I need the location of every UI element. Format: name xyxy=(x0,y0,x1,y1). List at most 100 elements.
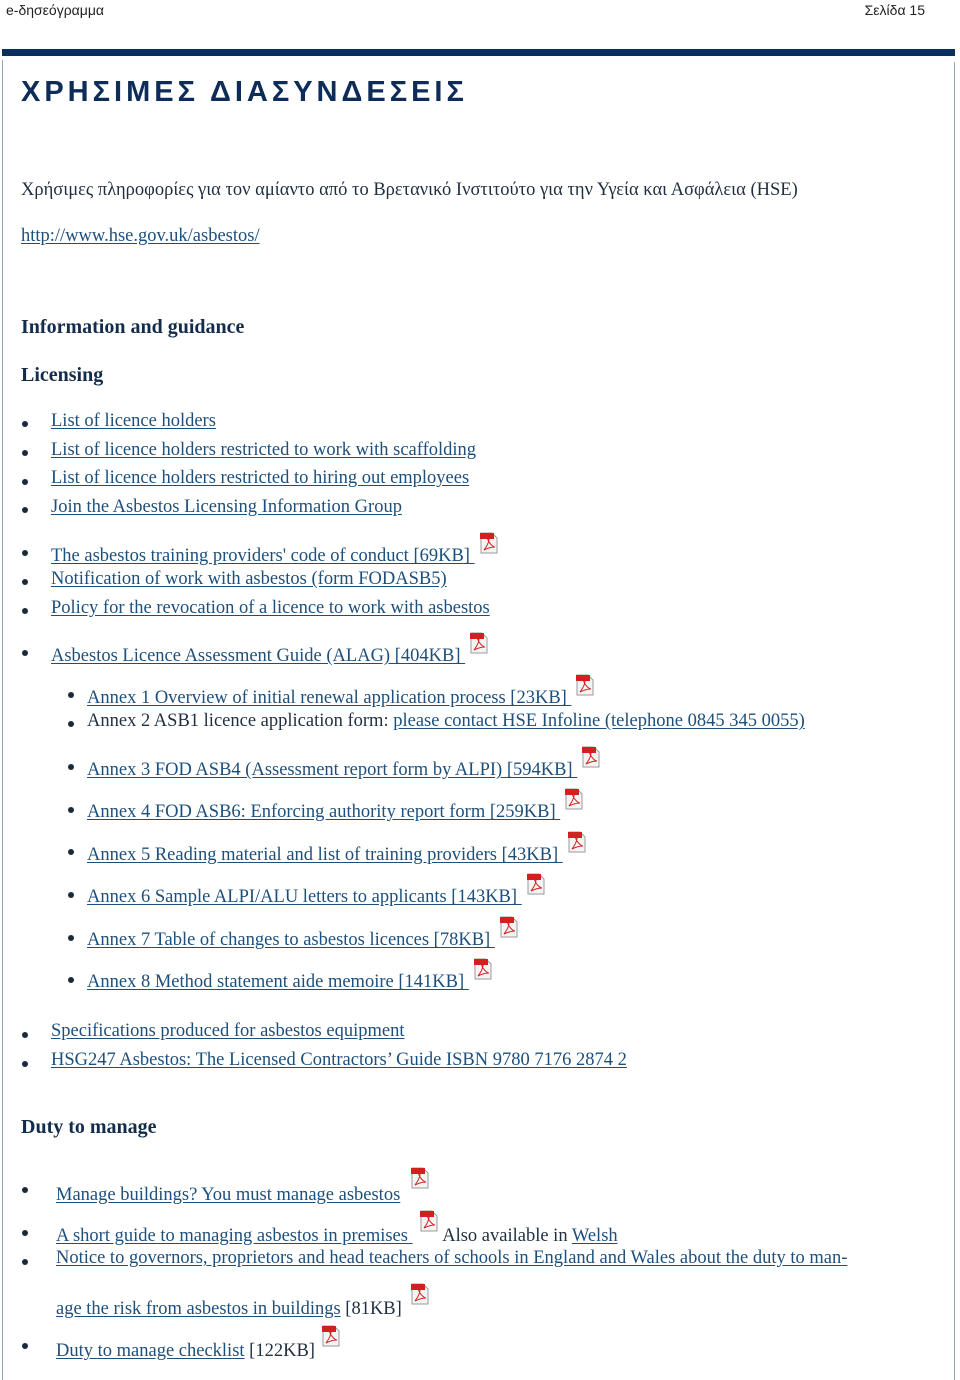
bullet xyxy=(22,579,28,585)
annex-2-label: Annex 2 ASB1 licence application form: xyxy=(87,711,394,731)
list-item: A short guide to managing asbestos in pr… xyxy=(56,1209,618,1247)
link-join-alig[interactable]: Join the Asbestos Licensing Information … xyxy=(51,497,402,517)
bullet xyxy=(68,892,74,898)
bullet xyxy=(68,692,74,698)
pdf-file-icon xyxy=(575,673,595,697)
link-annex-6[interactable]: Annex 6 Sample ALPI/ALU letters to appli… xyxy=(87,873,546,907)
list-item: Annex 3 FOD ASB4 (Assessment report form… xyxy=(87,745,601,781)
link-text: Annex 3 FOD ASB4 (Assessment report form… xyxy=(87,760,578,780)
bullet xyxy=(68,935,74,941)
frame-left-border xyxy=(2,60,3,1380)
pdf-file-icon xyxy=(526,872,546,896)
hse-asbestos-link[interactable]: http://www.hse.gov.uk/asbestos/ xyxy=(21,226,260,247)
heading-duty-to-manage: Duty to manage xyxy=(21,1116,157,1138)
link-annex-4[interactable]: Annex 4 FOD ASB6: Enforcing authority re… xyxy=(87,788,584,822)
link-annex-1[interactable]: Annex 1 Overview of initial renewal appl… xyxy=(87,674,595,708)
link-annex-7[interactable]: Annex 7 Table of changes to asbestos lic… xyxy=(87,916,519,950)
link-alag-guide[interactable]: Asbestos Licence Assessment Guide (ALAG)… xyxy=(51,632,489,666)
list-item: HSG247 Asbestos: The Licensed Contractor… xyxy=(51,1050,627,1071)
pdf-file-icon xyxy=(473,957,493,981)
pdf-file-icon[interactable] xyxy=(410,1166,430,1190)
bullet xyxy=(22,479,28,485)
link-hsg247[interactable]: HSG247 Asbestos: The Licensed Contractor… xyxy=(51,1050,627,1070)
bullet xyxy=(22,450,28,456)
bullet xyxy=(68,807,74,813)
file-size: [81KB] xyxy=(340,1299,402,1319)
page-number: Σελίδα 15 xyxy=(864,2,925,18)
file-size: [122KB] xyxy=(244,1341,315,1361)
link-text: Annex 1 Overview of initial renewal appl… xyxy=(87,688,572,708)
pdf-file-icon xyxy=(479,531,499,555)
link-annex-5[interactable]: Annex 5 Reading material and list of tra… xyxy=(87,831,587,865)
frame-right-border xyxy=(954,62,955,1380)
pdf-file-icon xyxy=(567,830,587,854)
page-title: ΧΡΗΣΙΜΕΣ ΔΙΑΣΥΝΔΕΣΕΙΣ xyxy=(21,76,468,108)
link-duty-checklist[interactable]: Duty to manage checklist xyxy=(56,1341,245,1361)
list-item-continuation: age the risk from asbestos in buildings … xyxy=(56,1282,430,1320)
bullet xyxy=(22,1032,28,1038)
link-text: Annex 8 Method statement aide memoire [1… xyxy=(87,972,469,992)
bullet xyxy=(22,1230,28,1236)
list-item: Annex 5 Reading material and list of tra… xyxy=(87,830,587,866)
bullet xyxy=(22,1259,28,1265)
list-item: Asbestos Licence Assessment Guide (ALAG)… xyxy=(51,631,489,667)
link-training-code-of-conduct[interactable]: The asbestos training providers' code of… xyxy=(51,532,499,566)
bullet xyxy=(22,507,28,513)
intro-text: Χρήσιμες πληροφορίες για τον αμίαντο από… xyxy=(21,180,798,200)
list-item: The asbestos training providers' code of… xyxy=(51,531,499,567)
bullet xyxy=(22,1187,28,1193)
link-notice-governors[interactable]: Notice to governors, proprietors and hea… xyxy=(56,1248,847,1268)
bullet xyxy=(22,421,28,427)
list-item: Notice to governors, proprietors and hea… xyxy=(56,1248,847,1269)
bullet xyxy=(22,650,28,656)
pdf-file-icon[interactable] xyxy=(321,1324,341,1348)
heading-licensing: Licensing xyxy=(21,364,104,386)
list-item: List of licence holders restricted to hi… xyxy=(51,468,469,489)
list-item: Join the Asbestos Licensing Information … xyxy=(51,497,402,518)
link-manage-buildings[interactable]: Manage buildings? You must manage asbest… xyxy=(56,1185,400,1205)
link-notification-fodasb5[interactable]: Notification of work with asbestos (form… xyxy=(51,569,447,589)
pdf-file-icon[interactable] xyxy=(410,1282,430,1306)
bullet xyxy=(68,764,74,770)
link-text: Annex 5 Reading material and list of tra… xyxy=(87,845,563,865)
list-item: Specifications produced for asbestos equ… xyxy=(51,1021,404,1042)
list-item: Duty to manage checklist [122KB] xyxy=(56,1324,341,1362)
pdf-file-icon[interactable] xyxy=(419,1209,439,1233)
list-item: Annex 7 Table of changes to asbestos lic… xyxy=(87,915,519,951)
pdf-file-icon xyxy=(469,631,489,655)
link-annex-8[interactable]: Annex 8 Method statement aide memoire [1… xyxy=(87,958,493,992)
list-item: List of licence holders xyxy=(51,411,216,432)
link-licence-holders-hiring[interactable]: List of licence holders restricted to hi… xyxy=(51,468,469,488)
list-item: Annex 2 ASB1 licence application form: p… xyxy=(87,711,805,732)
list-item: Annex 4 FOD ASB6: Enforcing authority re… xyxy=(87,787,584,823)
list-item: Manage buildings? You must manage asbest… xyxy=(56,1166,430,1206)
link-text: Annex 4 FOD ASB6: Enforcing authority re… xyxy=(87,802,561,822)
pdf-file-icon xyxy=(581,745,601,769)
list-item: Annex 1 Overview of initial renewal appl… xyxy=(87,673,595,709)
link-notice-governors-cont[interactable]: age the risk from asbestos in buildings xyxy=(56,1299,341,1319)
bullet xyxy=(22,1061,28,1067)
pdf-file-icon xyxy=(499,915,519,939)
pdf-file-icon xyxy=(564,787,584,811)
bullet xyxy=(22,1343,28,1349)
link-list-licence-holders[interactable]: List of licence holders xyxy=(51,411,216,431)
header-accent-bar xyxy=(2,49,955,56)
link-licence-holders-scaffolding[interactable]: List of licence holders restricted to wo… xyxy=(51,440,476,460)
heading-information-guidance: Information and guidance xyxy=(21,316,245,338)
link-text: The asbestos training providers' code of… xyxy=(51,546,475,566)
link-welsh[interactable]: Welsh xyxy=(572,1226,618,1246)
list-item: Annex 6 Sample ALPI/ALU letters to appli… xyxy=(87,872,546,908)
bullet xyxy=(22,550,28,556)
link-specifications-equipment[interactable]: Specifications produced for asbestos equ… xyxy=(51,1021,404,1041)
list-item: Notification of work with asbestos (form… xyxy=(51,569,447,590)
link-text: Annex 6 Sample ALPI/ALU letters to appli… xyxy=(87,887,522,907)
bullet xyxy=(68,849,74,855)
link-annex-3[interactable]: Annex 3 FOD ASB4 (Assessment report form… xyxy=(87,746,601,780)
link-text: Asbestos Licence Assessment Guide (ALAG)… xyxy=(51,646,466,666)
link-short-guide-premises[interactable]: A short guide to managing asbestos in pr… xyxy=(56,1226,413,1246)
link-text: Annex 7 Table of changes to asbestos lic… xyxy=(87,930,495,950)
bullet xyxy=(68,977,74,983)
link-revocation-policy[interactable]: Policy for the revocation of a licence t… xyxy=(51,598,490,618)
link-hse-infoline[interactable]: please contact HSE Infoline (telephone 0… xyxy=(393,711,805,731)
list-item: Policy for the revocation of a licence t… xyxy=(51,598,490,619)
